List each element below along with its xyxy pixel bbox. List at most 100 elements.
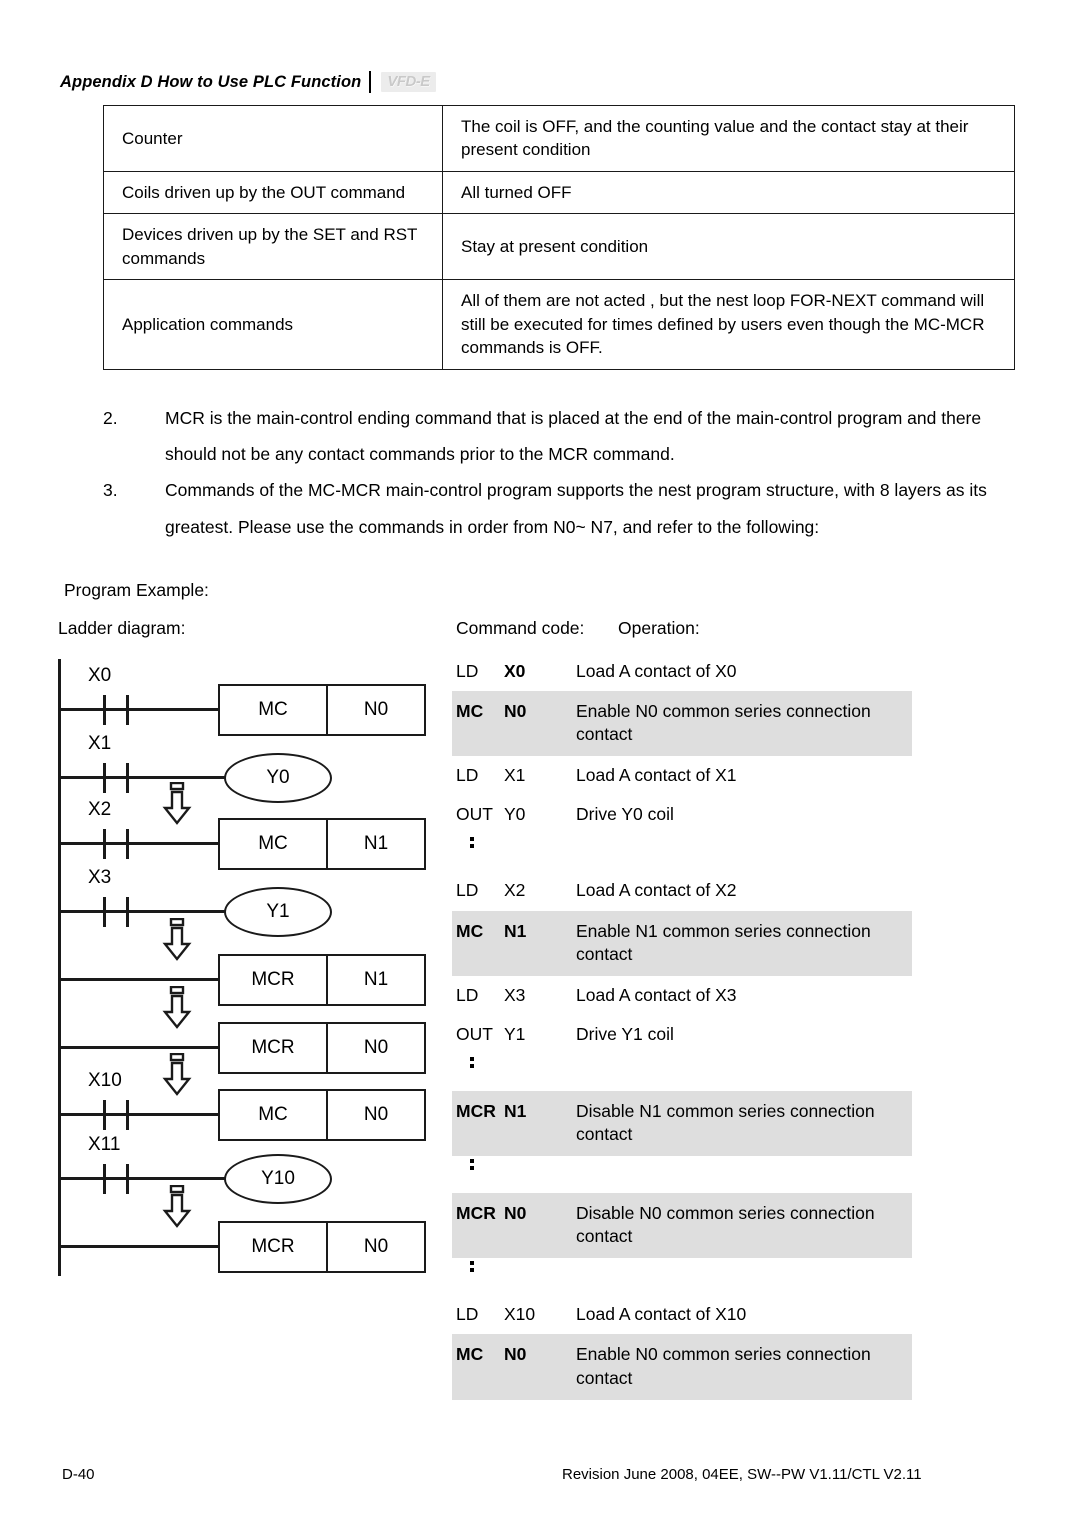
command-code-table: LD X0 Load A contact of X0 MC N0 Enable N0 co… bbox=[452, 652, 912, 1400]
command-device: X0 bbox=[504, 661, 526, 681]
command-code-row: LD X1 Load A contact of X1 bbox=[452, 756, 912, 795]
state-table-body: Counter The coil is OFF, and the countin… bbox=[103, 105, 1015, 370]
command-device: Y1 bbox=[504, 1023, 526, 1044]
instruction-operand: N1 bbox=[363, 833, 389, 854]
command-device: Y0 bbox=[504, 804, 526, 825]
program-example-label: Program Example: bbox=[64, 580, 209, 600]
ladder-left-rail bbox=[58, 659, 61, 1276]
command-op: LD bbox=[456, 661, 479, 681]
normally-open-contact-icon bbox=[103, 1100, 129, 1130]
instruction-operand: N0 bbox=[363, 1104, 389, 1125]
state-item: Counter bbox=[103, 105, 443, 172]
note-text: MCR is the main-control ending command t… bbox=[165, 408, 982, 465]
ladder-instruction-box: MC N1 bbox=[218, 818, 426, 870]
command-description: Enable N1 common series connection conta… bbox=[576, 920, 871, 964]
ladder-device-label: X2 bbox=[88, 799, 112, 820]
command-description: Load A contact of X2 bbox=[576, 880, 737, 901]
output-coil-symbol: Y0 bbox=[224, 753, 332, 803]
footer-page-number: D-40 bbox=[62, 1466, 95, 1483]
command-code-row: OUT Y0 Drive Y0 coil bbox=[452, 795, 912, 834]
command-device: N1 bbox=[504, 1100, 527, 1121]
ladder-instruction-box: MC N0 bbox=[218, 684, 426, 736]
state-item: Devices driven up by the SET and RST com… bbox=[103, 213, 443, 281]
command-code-row: LD X10 Load A contact of X10 bbox=[452, 1295, 912, 1334]
command-code-label: Command code: bbox=[456, 618, 585, 638]
table-row: Coils driven up by the OUT command All t… bbox=[103, 170, 1015, 215]
command-description: Disable N1 common series connection cont… bbox=[576, 1100, 875, 1145]
state-item: Application commands bbox=[103, 279, 443, 370]
continuation-ellipsis-icon bbox=[452, 1261, 912, 1295]
continuation-ellipsis-icon bbox=[452, 1056, 912, 1091]
normally-open-contact-icon bbox=[103, 695, 129, 725]
command-code-row: MCR N1 Disable N1 common series connection… bbox=[452, 1090, 912, 1157]
instruction-operand: N0 bbox=[363, 1037, 389, 1058]
ladder-diagram: X0 MC N0 X1 Y0 X2 MC N1 X3 Y1 MCR N1 MCR N0 X10 MC N0 X11… bbox=[58, 650, 458, 1290]
ladder-instruction-box: MCR N1 bbox=[218, 954, 426, 1006]
table-row: Counter The coil is OFF, and the countin… bbox=[103, 105, 1015, 172]
instruction-operand: N1 bbox=[363, 969, 389, 990]
command-device: X3 bbox=[504, 984, 526, 1005]
ladder-instruction-box: MCR N0 bbox=[218, 1022, 426, 1074]
continuation-ellipsis-icon bbox=[452, 837, 912, 871]
note-item: 3. Commands of the MC-MCR main-control p… bbox=[103, 472, 1018, 544]
vfd-e-logo: VFD-E bbox=[381, 72, 436, 92]
down-block-arrow-icon bbox=[162, 1184, 192, 1229]
output-coil-symbol: Y1 bbox=[224, 887, 332, 937]
page-header: Appendix D How to Use PLC Function VFD-E bbox=[60, 68, 1020, 96]
command-device: X2 bbox=[504, 880, 526, 901]
output-coil-symbol: Y10 bbox=[224, 1154, 332, 1204]
command-description: Disable N0 common series connection cont… bbox=[576, 1203, 875, 1247]
ladder-device-label: X10 bbox=[88, 1070, 122, 1091]
down-block-arrow-icon bbox=[162, 917, 192, 962]
command-op: LD bbox=[456, 1304, 479, 1325]
command-code-row: MCR N0 Disable N0 common series connection… bbox=[452, 1193, 912, 1259]
command-op: MC bbox=[456, 920, 484, 941]
command-description: Load A contact of X10 bbox=[576, 1304, 747, 1325]
command-op: OUT bbox=[456, 804, 493, 825]
command-op: MC bbox=[456, 701, 484, 722]
state-value: The coil is OFF, and the counting value … bbox=[442, 105, 1015, 172]
instruction-op: MC bbox=[220, 1091, 328, 1139]
command-device: N1 bbox=[504, 920, 527, 941]
command-op: MCR bbox=[456, 1203, 496, 1224]
command-code-row: LD X2 Load A contact of X2 bbox=[452, 871, 912, 910]
command-description: Drive Y0 coil bbox=[576, 804, 674, 825]
command-description: Enable N0 common series connection conta… bbox=[576, 701, 871, 745]
note-number: 2. bbox=[103, 408, 118, 428]
instruction-op: MCR bbox=[220, 1024, 328, 1072]
ladder-device-label: X1 bbox=[88, 733, 112, 754]
down-block-arrow-icon bbox=[162, 781, 192, 826]
instruction-operand: N0 bbox=[363, 699, 389, 720]
ladder-rung-line bbox=[58, 842, 218, 845]
command-description: Load A contact of X0 bbox=[576, 661, 737, 681]
normally-open-contact-icon bbox=[103, 829, 129, 859]
command-code-row: MC N0 Enable N0 common series connection c… bbox=[452, 1334, 912, 1400]
table-row: Devices driven up by the SET and RST com… bbox=[103, 213, 1015, 281]
table-row: Application commands All of them are not… bbox=[103, 279, 1015, 370]
state-value: All turned OFF bbox=[442, 170, 1015, 215]
command-description: Load A contact of X3 bbox=[576, 984, 737, 1005]
ladder-instruction-box: MC N0 bbox=[218, 1089, 426, 1141]
command-code-row: MC N1 Enable N1 common series connection c… bbox=[452, 910, 912, 976]
continuation-ellipsis-icon bbox=[452, 1159, 912, 1193]
instruction-operand: N0 bbox=[363, 1236, 389, 1257]
command-device: X1 bbox=[504, 765, 526, 786]
ladder-rung-line bbox=[58, 1046, 218, 1049]
ladder-rung-line bbox=[58, 1113, 218, 1116]
numbered-notes: 2. MCR is the main-control ending comman… bbox=[103, 400, 1018, 545]
note-item: 2. MCR is the main-control ending comman… bbox=[103, 400, 1018, 472]
down-block-arrow-icon bbox=[162, 985, 192, 1030]
command-code-row: LD X0 Load A contact of X0 bbox=[452, 652, 912, 691]
page-title: Appendix D How to Use PLC Function bbox=[60, 72, 362, 91]
ladder-device-label: X3 bbox=[88, 867, 112, 888]
command-description: Enable N0 common series connection conta… bbox=[576, 1344, 871, 1388]
command-op: LD bbox=[456, 765, 479, 786]
command-op: LD bbox=[456, 880, 479, 901]
footer-revision: Revision June 2008, 04EE, SW--PW V1.11/C… bbox=[562, 1466, 922, 1483]
header-divider bbox=[369, 71, 372, 93]
instruction-op: MC bbox=[220, 686, 328, 734]
command-op: MCR bbox=[456, 1100, 496, 1121]
command-device: N0 bbox=[504, 1203, 527, 1224]
state-value: Stay at present condition bbox=[442, 213, 1015, 281]
device-state-table: Counter The coil is OFF, and the countin… bbox=[103, 105, 1015, 370]
